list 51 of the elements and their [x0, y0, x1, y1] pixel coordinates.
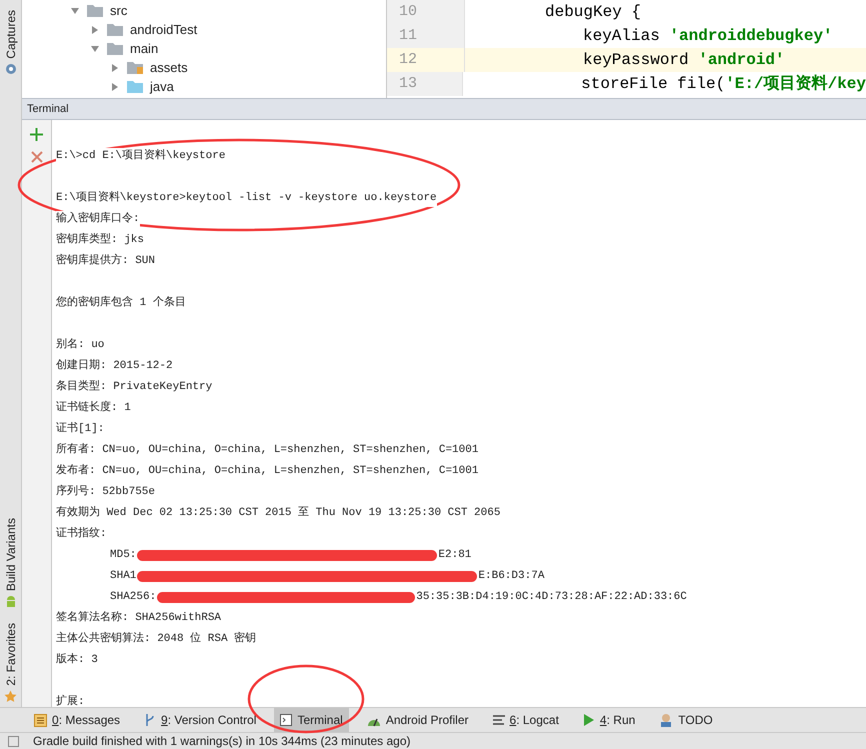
lines-icon: [492, 715, 505, 725]
line-number: 10: [399, 2, 418, 22]
terminal-icon: [280, 714, 292, 726]
side-tab[interactable]: Captures: [2, 10, 20, 59]
line-number: 11: [399, 26, 418, 46]
fingerprint-value: E:B6:D3:7A: [478, 569, 544, 584]
tree-item-label[interactable]: main: [130, 38, 158, 58]
tool-window-tab[interactable]: TODO: [653, 708, 719, 732]
expand-arrow-icon[interactable]: [90, 44, 100, 54]
expand-arrow-icon[interactable]: [70, 6, 80, 16]
fingerprint-label: SHA256:: [110, 590, 156, 606]
folder-icon: [127, 80, 143, 93]
close-icon[interactable]: [30, 151, 42, 163]
message-list-icon: [34, 714, 47, 726]
side-tab[interactable]: 2: Favorites: [2, 623, 20, 686]
tool-window-tab[interactable]: Terminal: [274, 708, 349, 732]
panel-title: Terminal: [27, 102, 69, 117]
branch-icon: [144, 713, 156, 727]
status-icon: [8, 736, 19, 746]
tree-item-label[interactable]: src: [110, 0, 128, 20]
fingerprint-label: MD5:: [110, 548, 136, 564]
camera-icon: [4, 62, 16, 75]
code-line: keyPassword 'android': [583, 50, 785, 71]
line-number: 13: [399, 74, 418, 94]
tool-window-tab[interactable]: Android Profiler: [360, 708, 475, 732]
folder-icon: [127, 61, 143, 74]
collapse-arrow-icon[interactable]: [90, 24, 100, 34]
fingerprint-value: E2:81: [438, 548, 472, 564]
folder-icon: [87, 4, 103, 17]
android-icon: [4, 595, 16, 610]
star-icon: [4, 690, 17, 703]
tree-item-label[interactable]: java: [150, 76, 174, 96]
side-tab[interactable]: Build Variants: [2, 518, 20, 592]
status-message: Gradle build finished with 1 warnings(s) in 10s 344ms (23 minutes ago): [33, 734, 411, 748]
tree-item-label[interactable]: assets: [150, 58, 188, 78]
folder-icon: [107, 23, 123, 36]
code-line: keyAlias 'androiddebugkey': [583, 26, 833, 47]
todo-icon: [659, 713, 674, 727]
tool-window-tab[interactable]: 0: Messages: [28, 708, 126, 732]
tool-window-tab[interactable]: 4: Run: [576, 708, 642, 732]
fingerprint-label: SHA1: [110, 569, 136, 584]
tree-item-label[interactable]: androidTest: [130, 20, 198, 40]
line-number: 12: [399, 50, 418, 70]
code-line: storeFile file('E:/项目资料/key: [581, 74, 866, 95]
add-icon[interactable]: [30, 128, 43, 141]
code-line: debugKey {: [545, 2, 642, 23]
fingerprint-value: 35:35:3B:D4:19:0C:4D:73:28:AF:22:AD:33:6C: [416, 590, 687, 606]
tool-window-tab[interactable]: 6: Logcat: [486, 708, 565, 732]
folder-icon: [107, 42, 123, 55]
tool-window-tab[interactable]: 9: Version Control: [138, 708, 262, 732]
play-icon: [582, 713, 595, 727]
